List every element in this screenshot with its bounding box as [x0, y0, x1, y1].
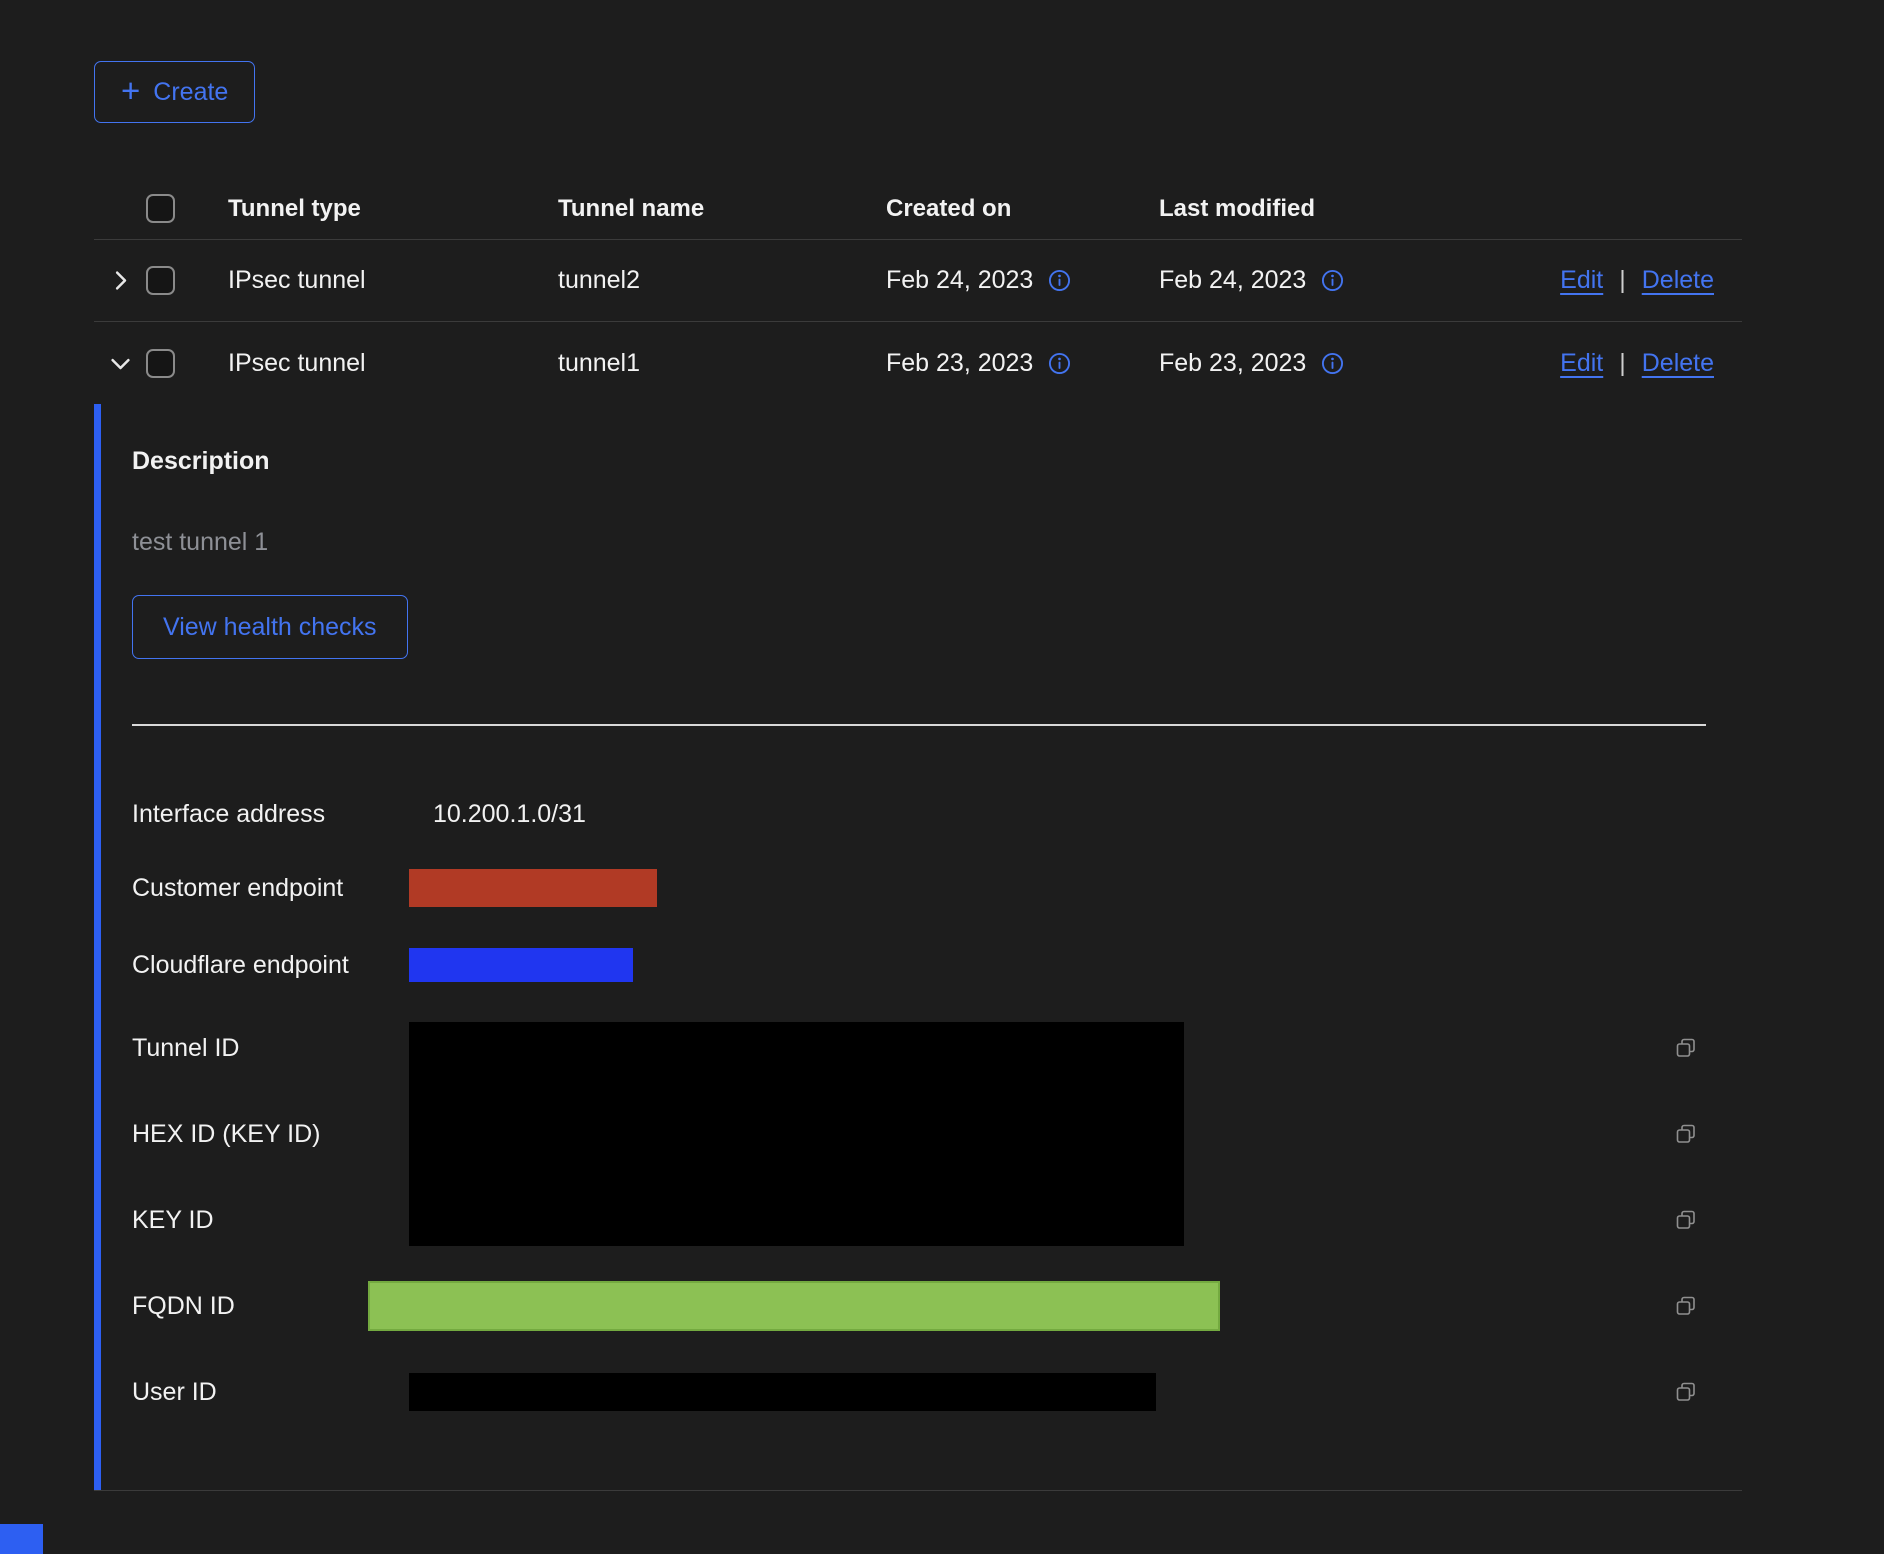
edit-link[interactable]: Edit [1560, 266, 1603, 295]
cloudflare-endpoint-redacted-value [409, 948, 633, 982]
copy-icon[interactable] [1674, 1208, 1698, 1232]
info-icon[interactable] [1320, 268, 1345, 293]
user-id-label: User ID [132, 1378, 409, 1407]
row-checkbox[interactable] [146, 349, 175, 378]
tunnels-table: Tunnel type Tunnel name Created on Last … [94, 178, 1742, 1491]
bottom-left-blue-strip [0, 1524, 43, 1554]
header-last-modified: Last modified [1159, 195, 1449, 223]
last-modified-value: Feb 24, 2023 [1159, 266, 1306, 295]
select-all-checkbox[interactable] [146, 194, 175, 223]
row-actions: Edit | Delete [1560, 349, 1742, 378]
created-on-value: Feb 23, 2023 [886, 349, 1033, 378]
delete-link[interactable]: Delete [1642, 349, 1714, 378]
ids-redacted-value [409, 1022, 1184, 1246]
user-id-redacted-value [409, 1373, 1156, 1411]
description-label: Description [132, 447, 1742, 476]
last-modified-value: Feb 23, 2023 [1159, 349, 1306, 378]
header-created-on: Created on [886, 195, 1159, 223]
tunnel-name-cell: tunnel1 [558, 349, 886, 378]
key-id-label: KEY ID [132, 1206, 409, 1235]
interface-address-value: 10.200.1.0/31 [433, 800, 1319, 829]
info-icon[interactable] [1047, 351, 1072, 376]
tunnel-id-label: Tunnel ID [132, 1034, 409, 1063]
tunnel-type-cell: IPsec tunnel [228, 266, 558, 295]
create-button[interactable]: + Create [94, 61, 255, 123]
description-value: test tunnel 1 [132, 528, 1742, 557]
tunnel-name-cell: tunnel2 [558, 266, 886, 295]
actions-separator: | [1619, 349, 1626, 378]
actions-separator: | [1619, 266, 1626, 295]
interface-address-label: Interface address [132, 800, 409, 829]
row-actions: Edit | Delete [1560, 266, 1742, 295]
header-tunnel-name: Tunnel name [558, 195, 886, 223]
last-modified-cell: Feb 23, 2023 [1159, 349, 1449, 378]
section-divider [132, 724, 1706, 726]
last-modified-cell: Feb 24, 2023 [1159, 266, 1449, 295]
fqdn-id-redacted-value [368, 1281, 1220, 1331]
hex-id-label: HEX ID (KEY ID) [132, 1120, 409, 1149]
tunnels-page: + Create Tunnel type Tunnel name Created… [0, 0, 1884, 1491]
tunnel-type-cell: IPsec tunnel [228, 349, 558, 378]
chevron-down-icon[interactable] [107, 350, 134, 377]
view-health-checks-button[interactable]: View health checks [132, 595, 408, 659]
info-icon[interactable] [1047, 268, 1072, 293]
table-row: IPsec tunnel tunnel2 Feb 24, 2023 Feb 24… [94, 240, 1742, 322]
row-checkbox[interactable] [146, 266, 175, 295]
cloudflare-endpoint-label: Cloudflare endpoint [132, 951, 409, 980]
tunnel-detail-fields: Interface address 10.200.1.0/31 Customer… [132, 777, 1704, 1435]
copy-icon[interactable] [1674, 1294, 1698, 1318]
customer-endpoint-label: Customer endpoint [132, 874, 409, 903]
chevron-right-icon[interactable] [107, 267, 134, 294]
copy-icon[interactable] [1674, 1380, 1698, 1404]
header-tunnel-type: Tunnel type [228, 195, 558, 223]
info-icon[interactable] [1320, 351, 1345, 376]
customer-endpoint-redacted-value [409, 869, 657, 907]
created-on-cell: Feb 24, 2023 [886, 266, 1159, 295]
edit-link[interactable]: Edit [1560, 349, 1603, 378]
table-header: Tunnel type Tunnel name Created on Last … [94, 178, 1742, 240]
table-row: IPsec tunnel tunnel1 Feb 23, 2023 Feb 23… [94, 322, 1742, 404]
copy-icon[interactable] [1674, 1036, 1698, 1060]
copy-icon[interactable] [1674, 1122, 1698, 1146]
plus-icon: + [121, 74, 140, 107]
expanded-row-details: Description test tunnel 1 View health ch… [94, 404, 1742, 1490]
delete-link[interactable]: Delete [1642, 266, 1714, 295]
create-button-label: Create [153, 78, 228, 107]
created-on-value: Feb 24, 2023 [886, 266, 1033, 295]
created-on-cell: Feb 23, 2023 [886, 349, 1159, 378]
